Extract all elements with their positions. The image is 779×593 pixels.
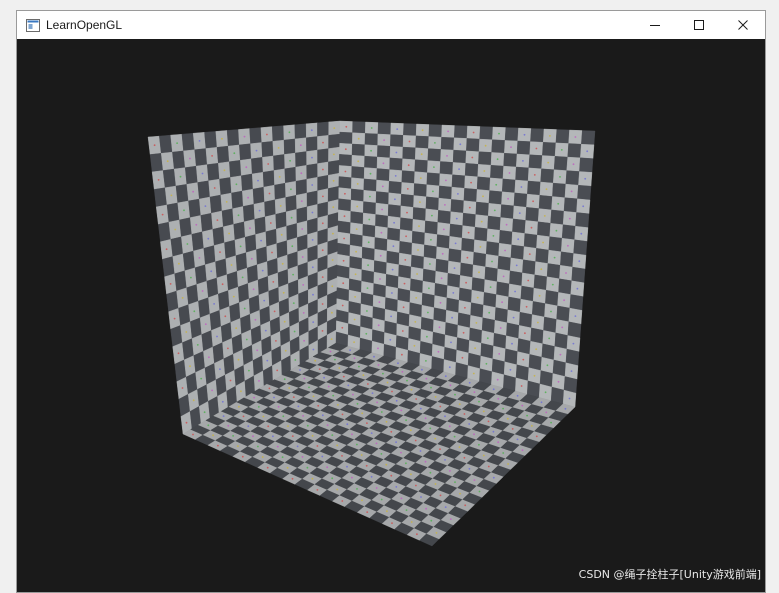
csdn-watermark: CSDN @绳子拴柱子[Unity游戏前端] bbox=[578, 568, 761, 581]
title-bar[interactable]: LearnOpenGL bbox=[17, 11, 765, 39]
maximize-icon bbox=[694, 20, 704, 30]
minimize-icon bbox=[650, 25, 660, 26]
window-app-icon bbox=[25, 17, 41, 33]
opengl-viewport[interactable]: CSDN @绳子拴柱子[Unity游戏前端] bbox=[17, 39, 765, 592]
window-title: LearnOpenGL bbox=[46, 18, 123, 32]
caption-buttons bbox=[633, 11, 765, 39]
maximize-button[interactable] bbox=[677, 11, 721, 39]
checkerboard-room-render bbox=[147, 120, 596, 547]
app-window: LearnOpenGL CSDN @绳子拴柱子[Unity游戏前端] bbox=[16, 10, 766, 593]
close-icon bbox=[738, 20, 748, 30]
minimize-button[interactable] bbox=[633, 11, 677, 39]
close-button[interactable] bbox=[721, 11, 765, 39]
